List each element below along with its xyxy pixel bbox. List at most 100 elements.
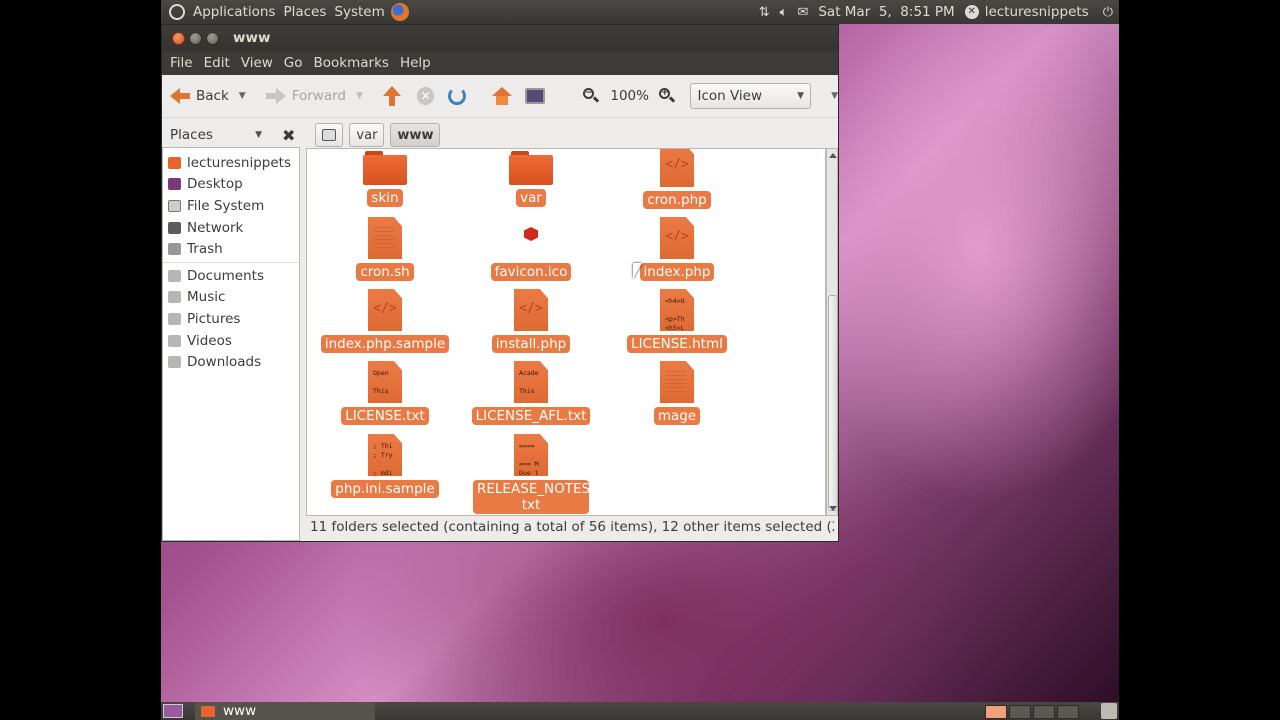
close-sidebar-icon[interactable]: ✖ bbox=[282, 126, 295, 145]
sidebar-item-label: Music bbox=[187, 289, 226, 306]
file-label: cron.sh bbox=[356, 263, 414, 281]
back-button[interactable]: Back bbox=[170, 88, 229, 104]
stop-icon[interactable]: ✕ bbox=[416, 87, 435, 105]
sidebar-type-select[interactable]: Places ▼ bbox=[170, 127, 262, 143]
vertical-scrollbar[interactable] bbox=[826, 148, 838, 516]
file-preview: Open This bbox=[373, 369, 389, 395]
forward-button[interactable]: Forward bbox=[265, 88, 346, 104]
php-file-icon: </> bbox=[660, 149, 694, 187]
close-icon[interactable] bbox=[172, 31, 185, 45]
file-item-php-ini-sample[interactable]: ; Thi ; Try ; mdi php.ini.sample bbox=[320, 434, 450, 498]
file-item-cron-sh[interactable]: cron.sh bbox=[320, 217, 450, 281]
menu-go[interactable]: Go bbox=[284, 55, 303, 71]
scroll-up-icon[interactable] bbox=[829, 153, 837, 158]
user-icon[interactable]: ✕ bbox=[964, 5, 979, 19]
file-item-skin[interactable]: skin bbox=[320, 151, 450, 207]
sidebar-item-documents[interactable]: Documents bbox=[163, 265, 299, 287]
system-menu[interactable]: System bbox=[334, 4, 384, 20]
power-icon[interactable]: ⏻ bbox=[1103, 5, 1113, 20]
music-folder-icon bbox=[168, 291, 181, 304]
sidebar-item-trash[interactable]: Trash bbox=[163, 238, 299, 260]
documents-folder-icon bbox=[168, 269, 181, 282]
breadcrumb-var[interactable]: var bbox=[349, 123, 385, 147]
file-item-index-php-sample[interactable]: </> index.php.sample bbox=[320, 289, 450, 353]
sidebar-item-label: Desktop bbox=[187, 176, 243, 193]
drive-icon bbox=[168, 199, 181, 212]
trash-icon bbox=[168, 243, 181, 256]
sidebar-item-label: File System bbox=[187, 197, 265, 214]
show-desktop-icon[interactable] bbox=[163, 704, 183, 718]
title-bar[interactable]: www bbox=[162, 25, 838, 51]
computer-icon[interactable] bbox=[525, 88, 545, 104]
workspace-4[interactable] bbox=[1057, 705, 1079, 719]
minimize-icon[interactable] bbox=[189, 31, 202, 45]
file-item-mage[interactable]: mage bbox=[612, 361, 742, 425]
sidebar-item-filesystem[interactable]: File System bbox=[163, 195, 299, 217]
status-bar: 11 folders selected (containing a total … bbox=[310, 519, 834, 535]
file-item-cron-php[interactable]: </> cron.php bbox=[612, 149, 742, 209]
reload-icon[interactable] bbox=[448, 87, 466, 105]
favicon-icon bbox=[514, 217, 548, 259]
workspace-1[interactable] bbox=[985, 705, 1007, 719]
taskbar-item-www[interactable]: www bbox=[195, 702, 375, 720]
firefox-icon[interactable] bbox=[390, 3, 409, 21]
places-menu[interactable]: Places bbox=[283, 4, 326, 20]
file-item-var[interactable]: var bbox=[466, 151, 596, 207]
zoom-out-icon[interactable]: − bbox=[582, 88, 600, 104]
places-sidebar: lecturesnippets Desktop File System Netw… bbox=[162, 147, 300, 541]
breadcrumb-www[interactable]: www bbox=[390, 123, 441, 147]
sidebar-item-downloads[interactable]: Downloads bbox=[163, 351, 299, 373]
text-file-icon bbox=[368, 217, 402, 259]
network-icon[interactable]: ⇅ bbox=[759, 5, 770, 20]
menu-help[interactable]: Help bbox=[400, 55, 431, 71]
maximize-icon[interactable] bbox=[206, 31, 219, 45]
zoom-level[interactable]: 100% bbox=[610, 88, 649, 104]
zoom-in-icon[interactable]: + bbox=[658, 88, 676, 104]
applications-menu[interactable]: Applications bbox=[193, 4, 275, 20]
back-history-dropdown[interactable]: ▼ bbox=[239, 91, 246, 101]
file-item-index-php[interactable]: </> index.php bbox=[612, 217, 742, 281]
file-item-release-notes[interactable]: ==== === M Due t RELEASE_NOTES. txt bbox=[466, 434, 596, 514]
scroll-thumb[interactable] bbox=[828, 295, 838, 511]
menu-view[interactable]: View bbox=[241, 55, 273, 71]
file-item-license-html[interactable]: <h4>O <p>Th <h5>L LICENSE.html bbox=[612, 289, 742, 353]
sidebar-item-desktop[interactable]: Desktop bbox=[163, 174, 299, 196]
top-panel: Applications Places System ⇅ 🔈︎ ✉ Sat Ma… bbox=[161, 0, 1119, 24]
volume-icon[interactable]: 🔈︎ bbox=[780, 5, 788, 20]
back-arrow-stem bbox=[180, 93, 190, 99]
ubuntu-logo-icon[interactable] bbox=[169, 4, 185, 20]
workspace-2[interactable] bbox=[1009, 705, 1031, 719]
file-item-favicon[interactable]: favicon.ico bbox=[466, 217, 596, 281]
trash-applet-icon[interactable] bbox=[1101, 703, 1117, 719]
up-button[interactable] bbox=[382, 86, 401, 106]
sidebar-item-label: Trash bbox=[187, 241, 223, 258]
mail-icon[interactable]: ✉ bbox=[797, 5, 808, 20]
sidebar-item-home[interactable]: lecturesnippets bbox=[163, 152, 299, 174]
file-item-license-txt[interactable]: Open This LICENSE.txt bbox=[320, 361, 450, 425]
menu-bookmarks[interactable]: Bookmarks bbox=[314, 55, 389, 71]
menu-file[interactable]: File bbox=[170, 55, 193, 71]
username[interactable]: lecturesnippets bbox=[985, 4, 1089, 20]
sidebar-divider bbox=[163, 261, 299, 263]
home-icon[interactable] bbox=[491, 87, 513, 105]
sidebar-item-label: Documents bbox=[187, 267, 264, 284]
icon-view[interactable]: skin var </> cron.php cron.sh favicon.ic… bbox=[306, 148, 826, 516]
sidebar-item-network[interactable]: Network bbox=[163, 217, 299, 239]
workspace-3[interactable] bbox=[1033, 705, 1055, 719]
toolbar-overflow-icon[interactable]: ▼ bbox=[831, 91, 838, 101]
desktop-icon bbox=[168, 178, 181, 191]
file-item-install-php[interactable]: </> install.php bbox=[466, 289, 596, 353]
php-file-icon: </> bbox=[368, 289, 402, 331]
view-mode-select[interactable]: Icon View ▼ bbox=[690, 83, 812, 109]
sidebar-item-videos[interactable]: Videos bbox=[163, 330, 299, 352]
sidebar-item-music[interactable]: Music bbox=[163, 287, 299, 309]
scroll-down-icon[interactable] bbox=[829, 506, 837, 511]
breadcrumb-root[interactable] bbox=[315, 123, 344, 147]
forward-history-dropdown[interactable]: ▼ bbox=[356, 91, 363, 101]
file-preview: ==== === M Due t bbox=[519, 442, 539, 477]
file-label: LICENSE_AFL.txt bbox=[471, 407, 591, 425]
menu-edit[interactable]: Edit bbox=[204, 55, 230, 71]
file-item-license-afl[interactable]: Acade This LICENSE_AFL.txt bbox=[466, 361, 596, 425]
clock[interactable]: Sat Mar 5, 8:51 PM bbox=[818, 4, 954, 20]
sidebar-item-pictures[interactable]: Pictures bbox=[163, 308, 299, 330]
